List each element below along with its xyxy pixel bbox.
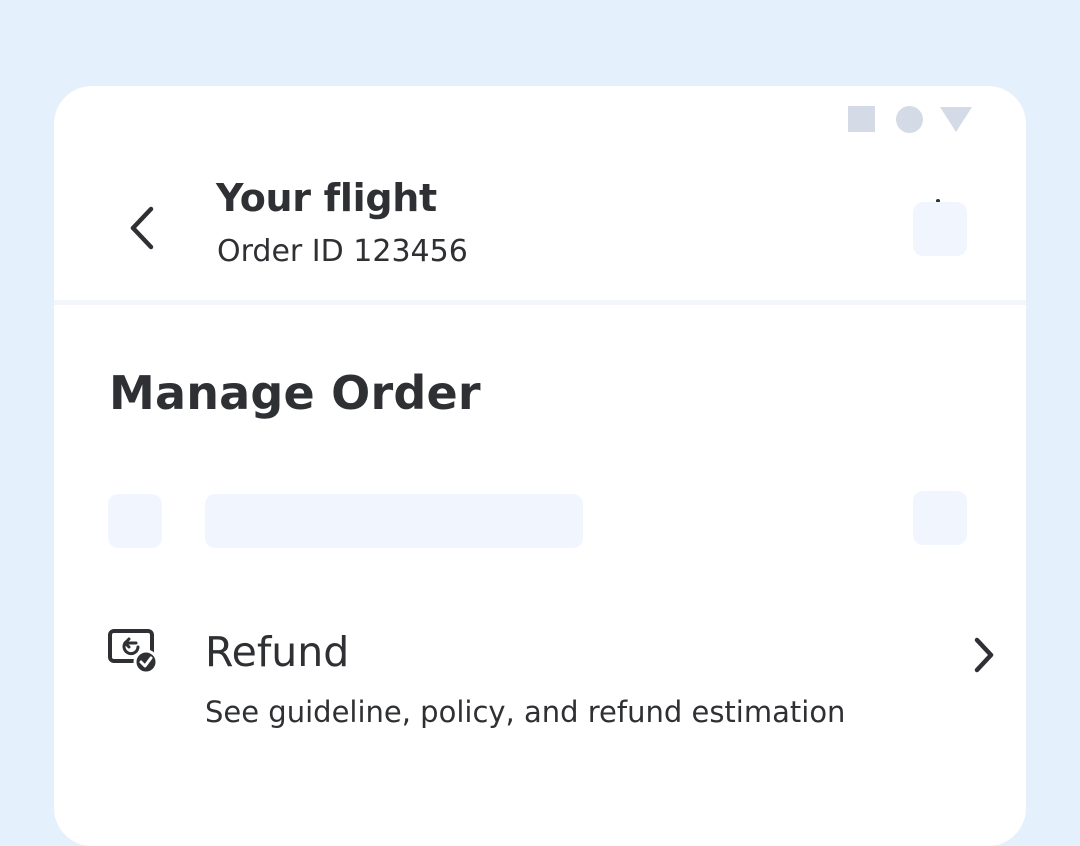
refund-label: Refund	[205, 628, 350, 676]
refund-description: See guideline, policy, and refund estima…	[205, 695, 846, 729]
section-title: Manage Order	[109, 366, 481, 420]
app-card: Your flight Order ID 123456 Manage Order…	[54, 86, 1026, 846]
chevron-right-icon	[974, 637, 994, 673]
header-action-button[interactable]	[913, 202, 967, 256]
header-divider	[54, 300, 1026, 305]
skeleton-text-placeholder	[205, 494, 583, 548]
page-title: Your flight	[216, 176, 437, 220]
skeleton-icon-placeholder	[108, 494, 162, 548]
refund-money-icon	[108, 629, 159, 675]
status-circle-icon	[896, 106, 923, 133]
status-triangle-icon	[940, 107, 972, 132]
back-button[interactable]	[112, 198, 172, 258]
chevron-left-icon	[130, 206, 154, 250]
status-square-icon	[848, 106, 875, 132]
order-id-label: Order ID 123456	[217, 234, 468, 269]
refund-menu-item[interactable]: Refund See guideline, policy, and refund…	[108, 611, 994, 741]
skeleton-action-placeholder	[913, 491, 967, 545]
